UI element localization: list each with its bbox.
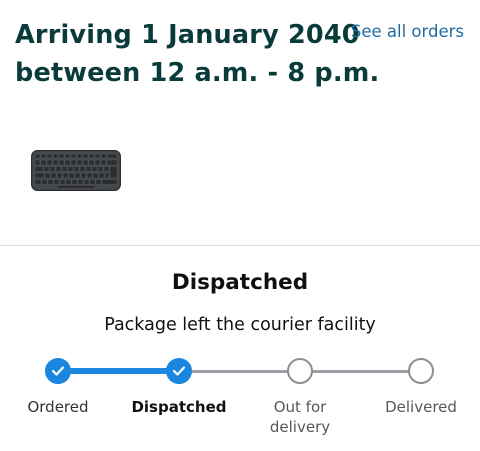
- step-dispatched-check-icon: [166, 358, 192, 384]
- step-label-ordered: Ordered: [27, 398, 89, 416]
- step-ordered-check-icon: [45, 358, 71, 384]
- step-label-dispatched: Dispatched: [131, 398, 227, 416]
- shipment-status-title: Dispatched: [171, 270, 309, 295]
- shipment-status-subtitle: Package left the courier facility: [104, 315, 376, 335]
- keyboard-product-image[interactable]: [31, 150, 121, 191]
- arrival-window: between 12 a.m. - 8 p.m.: [15, 58, 380, 88]
- progress-track-completed: [58, 368, 180, 374]
- step-label-delivered: Delivered: [385, 398, 457, 416]
- arrival-date: Arriving 1 January 2040: [15, 20, 360, 50]
- section-divider: [0, 245, 480, 246]
- step-delivered-circle-icon: [408, 358, 434, 384]
- see-all-orders-link[interactable]: See all orders: [351, 22, 464, 41]
- arrival-heading: Arriving 1 January 2040 between 12 a.m. …: [15, 16, 379, 92]
- step-out-for-delivery-circle-icon: [287, 358, 313, 384]
- step-label-out-for-delivery: Out for delivery: [269, 398, 331, 436]
